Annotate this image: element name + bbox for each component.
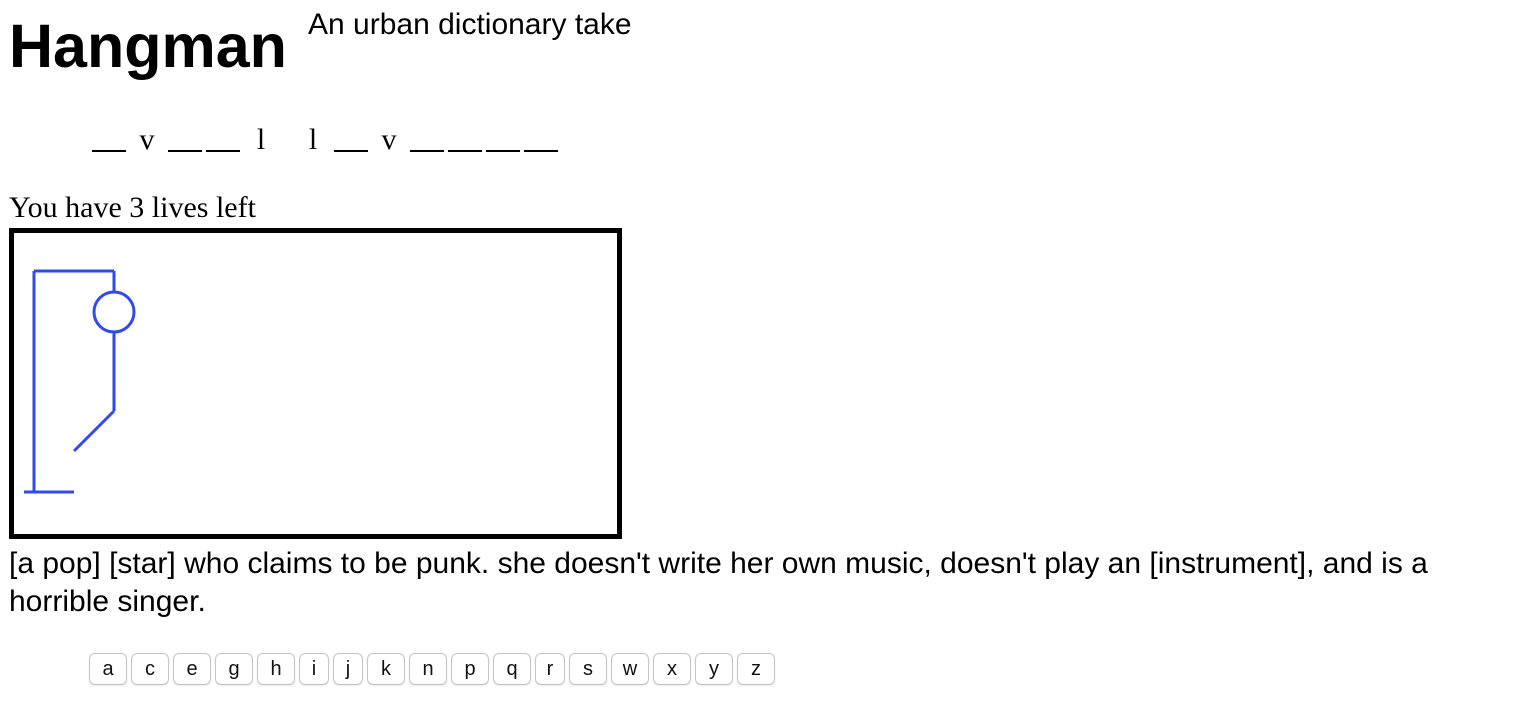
letter-key-k[interactable]: k (367, 653, 405, 685)
definition-text: [a pop] [star] who claims to be punk. sh… (9, 547, 1428, 618)
letter-key-q[interactable]: q (493, 653, 531, 685)
letter-key-a[interactable]: a (89, 653, 127, 685)
blank-letter-slot (92, 122, 126, 152)
page-subtitle: An urban dictionary take (308, 8, 632, 41)
word-display: vllv (92, 118, 562, 158)
hangman-head (92, 290, 136, 334)
revealed-letter: l (256, 123, 266, 156)
blank-letter-slot (524, 122, 558, 152)
letter-key-p[interactable]: p (451, 653, 489, 685)
letter-key-y[interactable]: y (695, 653, 733, 685)
hangman-left-leg (72, 409, 116, 453)
letter-key-x[interactable]: x (653, 653, 691, 685)
revealed-letter: v (381, 123, 397, 156)
lives-status: You have 3 lives left (9, 191, 256, 224)
letter-keyboard: aceghijknpqrswxyz (89, 653, 775, 685)
blank-letter-slot (410, 122, 444, 152)
letter-key-g[interactable]: g (215, 653, 253, 685)
letter-key-c[interactable]: c (131, 653, 169, 685)
revealed-letter: v (139, 123, 155, 156)
letter-key-z[interactable]: z (737, 653, 775, 685)
letter-key-w[interactable]: w (611, 653, 649, 685)
letter-key-j[interactable]: j (333, 653, 363, 685)
revealed-letter: l (308, 123, 318, 156)
letter-key-n[interactable]: n (409, 653, 447, 685)
blank-letter-slot (334, 122, 368, 152)
blank-letter-slot (486, 122, 520, 152)
letter-key-i[interactable]: i (299, 653, 329, 685)
letter-key-h[interactable]: h (257, 653, 295, 685)
hangman-svg (24, 269, 136, 494)
page-title: Hangman (9, 12, 287, 80)
letter-key-s[interactable]: s (569, 653, 607, 685)
letter-key-e[interactable]: e (173, 653, 211, 685)
blank-letter-slot (206, 122, 240, 152)
blank-letter-slot (168, 122, 202, 152)
blank-letter-slot (448, 122, 482, 152)
letter-key-r[interactable]: r (535, 653, 565, 685)
hangman-drawing (9, 228, 622, 539)
